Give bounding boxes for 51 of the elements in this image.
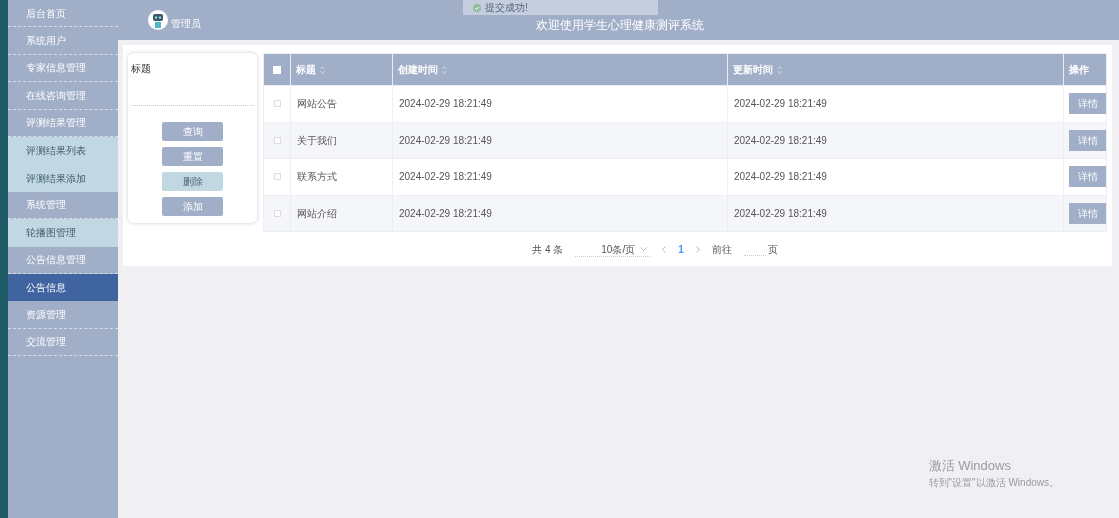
page-number[interactable]: 1 <box>678 242 684 257</box>
table-cell-text: 网站介绍 <box>297 206 337 221</box>
table-cell-text: 网站公告 <box>297 97 337 112</box>
sort-icon[interactable] <box>777 65 782 74</box>
sort-icon[interactable] <box>320 65 325 74</box>
row-checkbox[interactable] <box>273 173 281 181</box>
sidebar-item[interactable]: 公告信息 <box>8 273 118 302</box>
table-cell-text: 2024-02-29 18:21:49 <box>399 170 492 185</box>
row-checkbox[interactable] <box>273 209 281 217</box>
page-title: 欢迎使用学生心理健康测评系统 <box>536 17 704 34</box>
table-cell-text: 2024-02-29 18:21:49 <box>399 133 492 148</box>
chevron-down-icon <box>640 247 648 251</box>
table-cell-text: 关于我们 <box>297 133 337 148</box>
action-button[interactable]: 添加 <box>162 197 223 216</box>
table-cell-text: 2024-02-29 18:21:49 <box>734 206 827 221</box>
row-checkbox[interactable] <box>273 100 281 108</box>
action-button[interactable]: 重置 <box>162 147 223 166</box>
details-button[interactable]: 详情 <box>1069 129 1106 151</box>
table-cell-text: 2024-02-29 18:21:49 <box>399 206 492 221</box>
total-count: 共 4 条 <box>532 243 564 257</box>
details-button[interactable]: 详情 <box>1069 202 1106 224</box>
table-cell-text: 2024-02-29 18:21:49 <box>734 133 827 148</box>
goto-label: 前往 <box>711 243 732 257</box>
page-size-select[interactable]: 10条/页 <box>575 242 651 257</box>
select-all-checkbox[interactable] <box>273 65 281 74</box>
action-button[interactable]: 查询 <box>162 122 223 141</box>
activation-title: 激活 Windows <box>928 456 1012 475</box>
column-header: 更新时间 <box>733 63 773 77</box>
details-button[interactable]: 详情 <box>1069 93 1106 115</box>
sidebar-item[interactable]: 轮播图管理 <box>8 219 118 247</box>
row-checkbox[interactable] <box>273 136 281 144</box>
field-label: 标题 <box>131 62 152 76</box>
toast-message: 提交成功! <box>485 1 528 14</box>
sidebar-item[interactable]: 评测结果列表 <box>8 136 118 165</box>
table-cell-text: 2024-02-29 18:21:49 <box>399 97 492 112</box>
sidebar-item[interactable]: 评测结果添加 <box>8 164 118 192</box>
table-cell-text: 联系方式 <box>297 170 337 185</box>
robot-avatar-icon <box>148 9 168 31</box>
user-name: 管理员 <box>171 16 201 31</box>
column-header: 标题 <box>296 63 316 77</box>
column-header: 创建时间 <box>398 63 438 77</box>
check-circle-icon <box>473 3 481 12</box>
table-cell-text: 2024-02-29 18:21:49 <box>734 97 827 112</box>
page-unit: 页 <box>767 243 778 257</box>
prev-page-icon[interactable] <box>662 246 667 253</box>
column-header: 操作 <box>1069 63 1089 77</box>
activation-text: 转到"设置"以激活 Windows。 <box>928 476 1059 490</box>
details-button[interactable]: 详情 <box>1069 166 1106 188</box>
sort-icon[interactable] <box>442 65 447 74</box>
next-page-icon[interactable] <box>695 246 700 253</box>
table-cell-text: 2024-02-29 18:21:49 <box>734 170 827 185</box>
